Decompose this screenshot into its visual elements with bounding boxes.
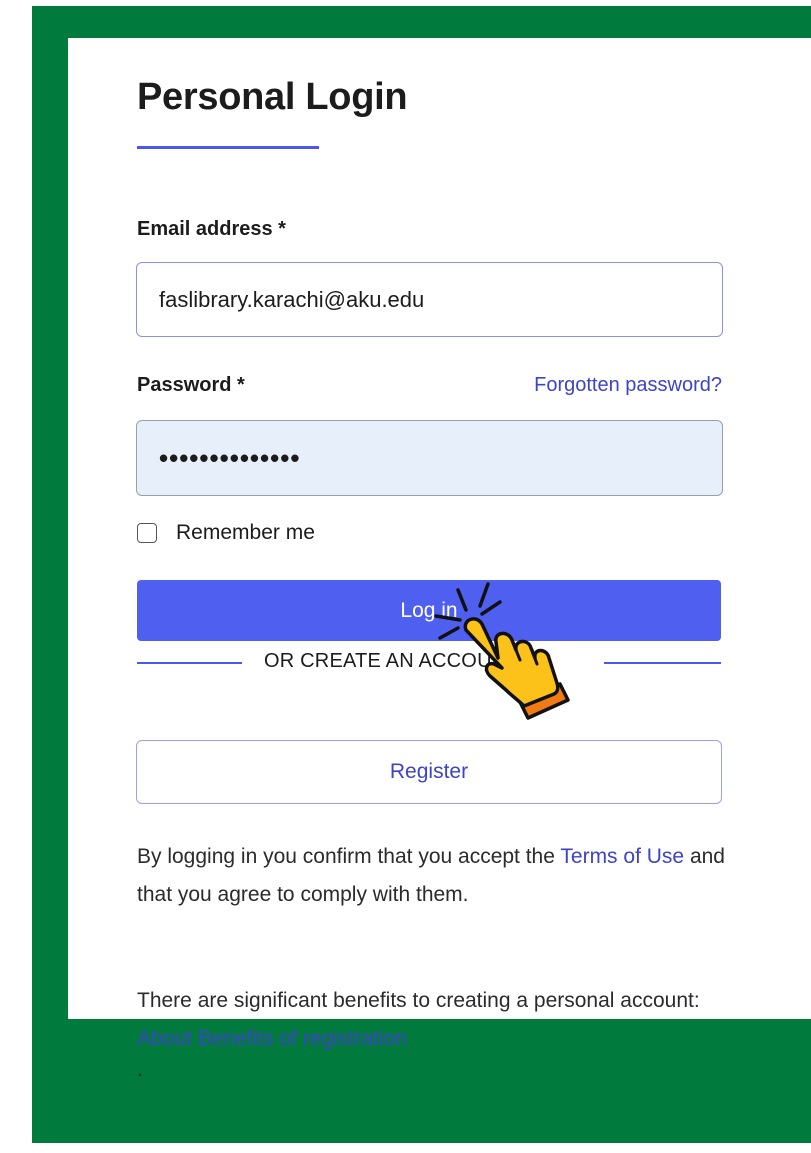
benefits-of-registration-link[interactable]: About Benefits of registration	[137, 1027, 407, 1050]
remember-me-label: Remember me	[176, 521, 315, 544]
terms-paragraph: By logging in you confirm that you accep…	[137, 838, 737, 914]
forgotten-password-link[interactable]: Forgotten password?	[534, 374, 722, 397]
terms-of-use-link[interactable]: Terms of Use	[560, 845, 684, 868]
remember-me-row[interactable]: Remember me	[137, 520, 315, 546]
password-value: ••••••••••••••	[159, 442, 301, 473]
trailing-dot: .	[137, 1058, 143, 1081]
divider-line-right	[604, 662, 721, 664]
register-button[interactable]: Register	[136, 740, 722, 804]
title-underline	[137, 146, 319, 149]
divider-line-left	[137, 662, 242, 664]
email-field[interactable]: faslibrary.karachi@aku.edu	[136, 262, 723, 337]
login-button[interactable]: Log in	[137, 580, 721, 641]
pointing-hand-click-icon	[434, 582, 570, 720]
benefits-prefix: There are significant benefits to creati…	[137, 989, 700, 1012]
password-field[interactable]: ••••••••••••••	[136, 420, 723, 496]
remember-me-checkbox[interactable]	[137, 523, 157, 543]
email-label: Email address *	[137, 218, 286, 240]
password-label: Password *	[137, 374, 245, 396]
page-title: Personal Login	[137, 76, 408, 118]
terms-prefix: By logging in you confirm that you accep…	[137, 845, 555, 868]
benefits-paragraph: There are significant benefits to creati…	[137, 982, 737, 1058]
email-value: faslibrary.karachi@aku.edu	[159, 286, 425, 312]
